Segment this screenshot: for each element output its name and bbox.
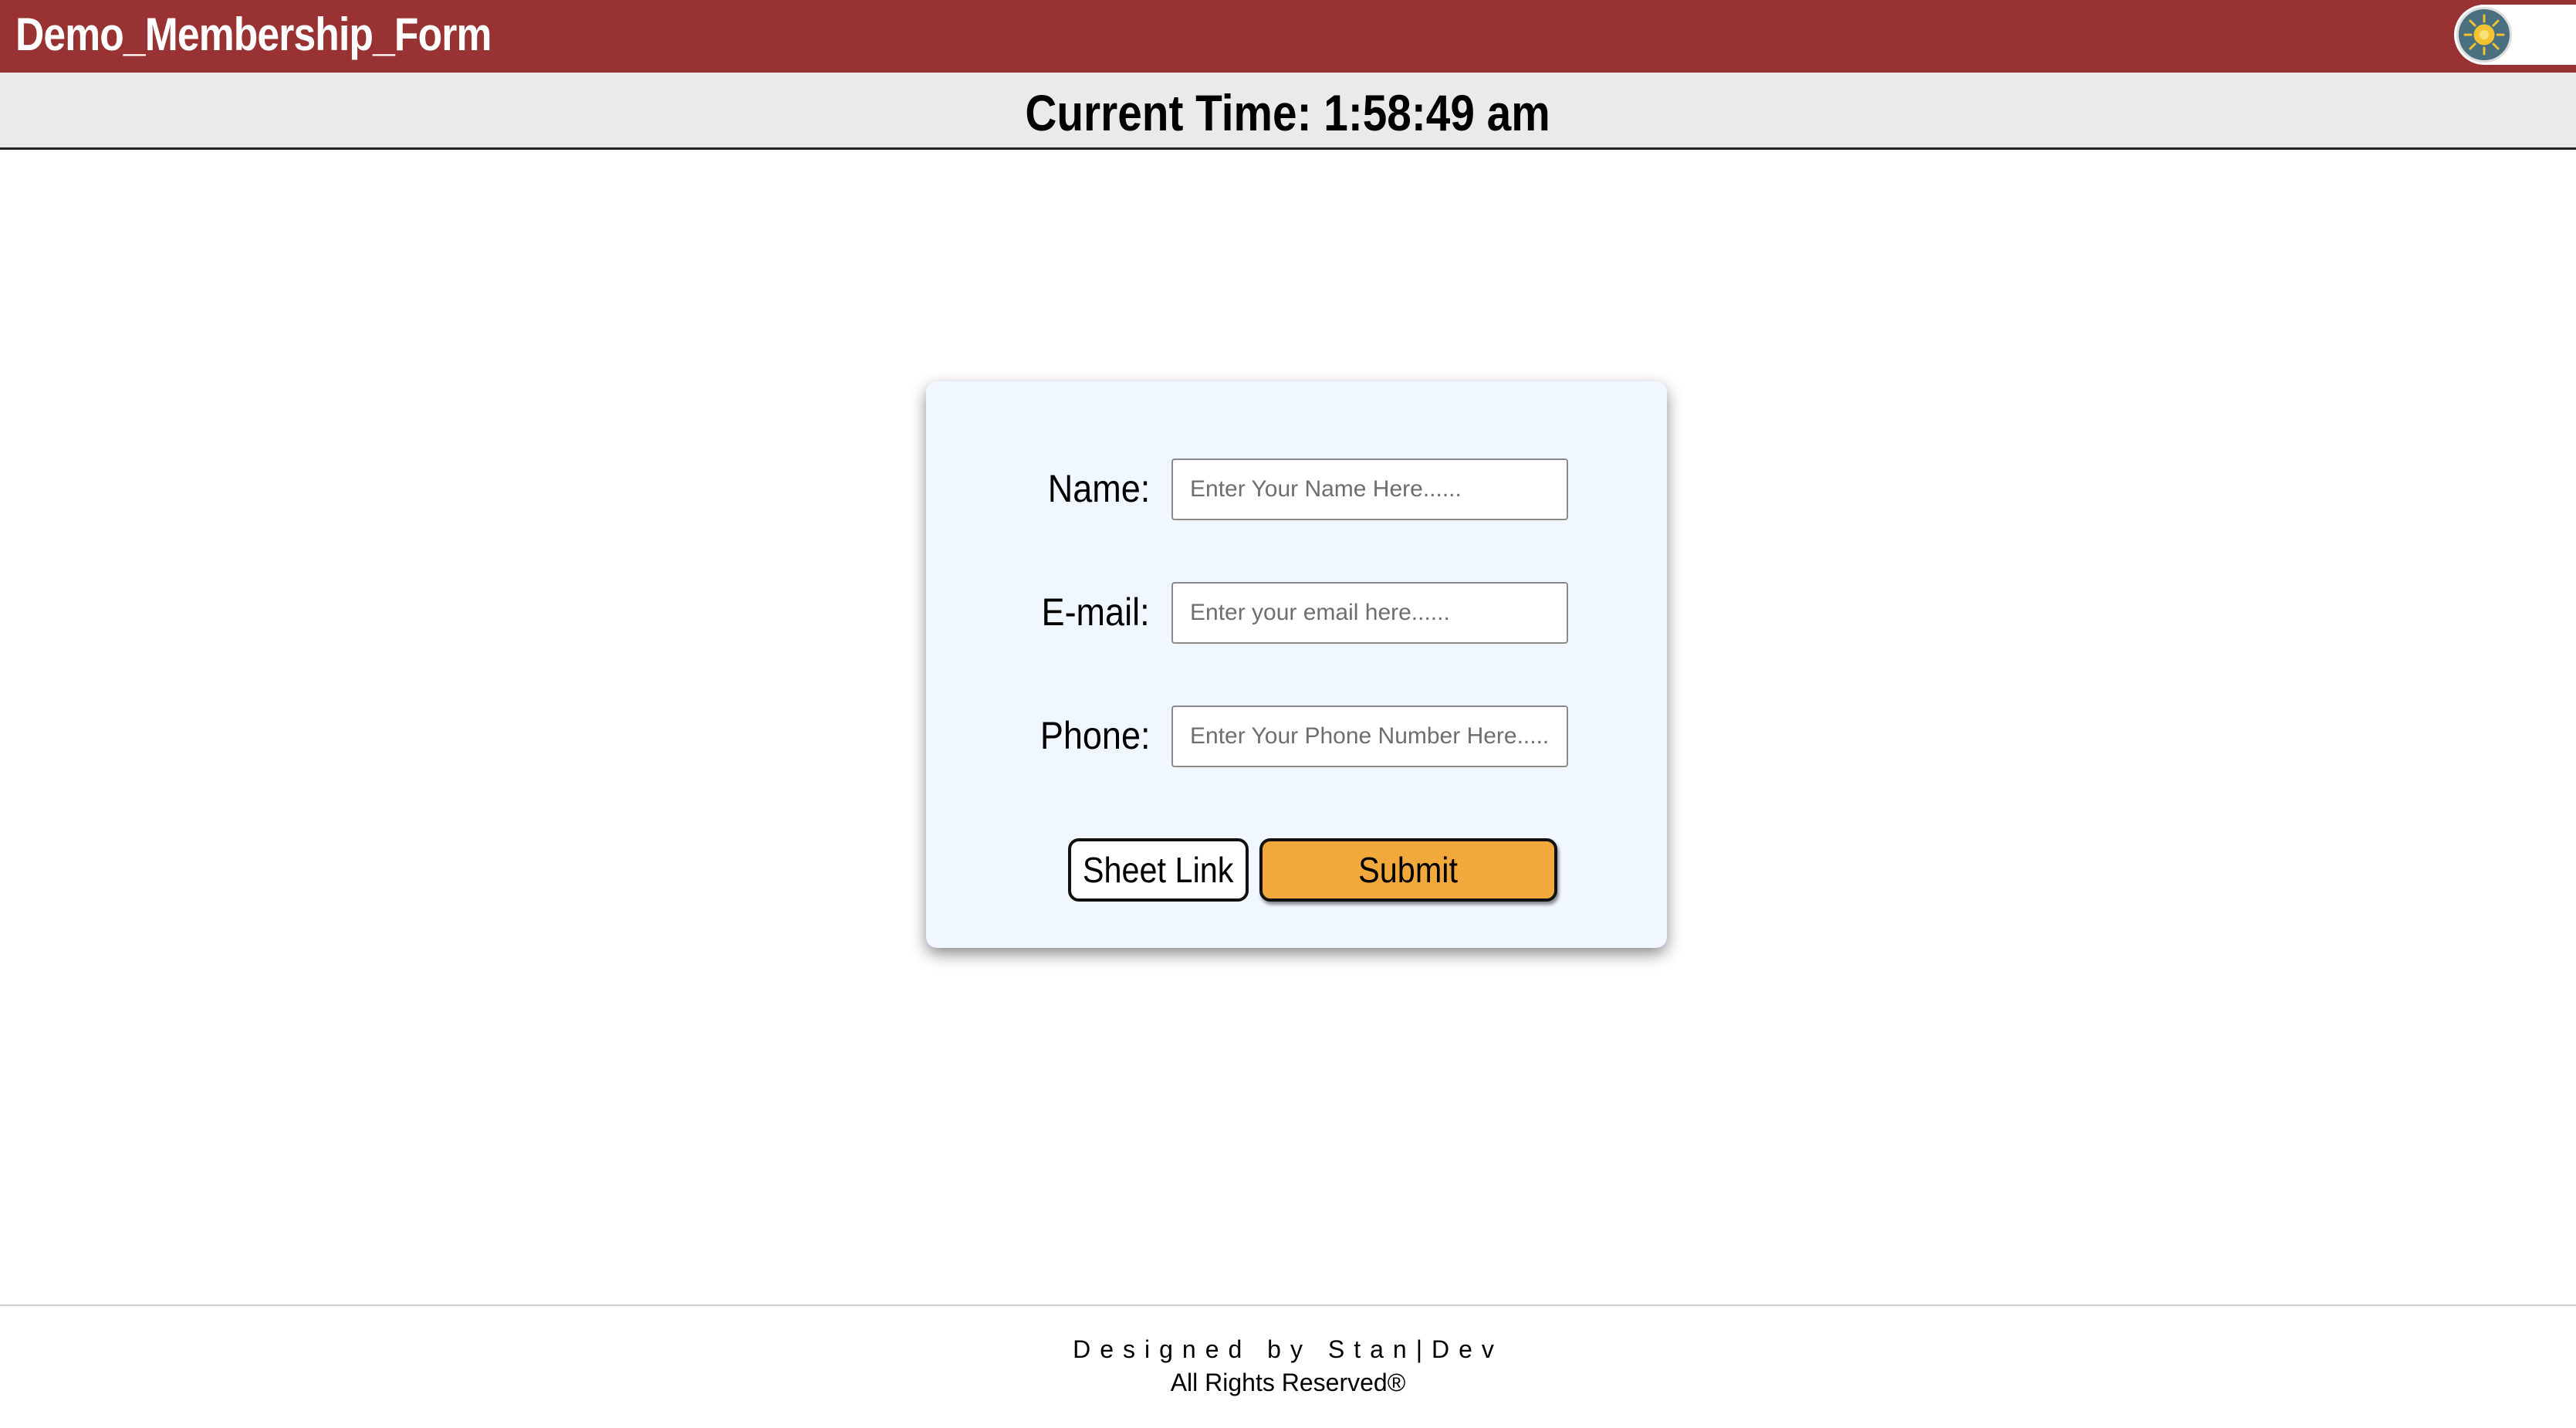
toggle-knob[interactable] bbox=[2456, 7, 2512, 63]
theme-toggle[interactable] bbox=[2454, 5, 2576, 65]
sheet-link-button[interactable]: Sheet Link bbox=[1068, 838, 1249, 902]
submit-label: Submit bbox=[1358, 850, 1459, 890]
sun-icon bbox=[2463, 14, 2505, 56]
phone-label: Phone: bbox=[1040, 714, 1150, 757]
current-time: Current Time: 1:58:49 am bbox=[1025, 84, 1551, 141]
submit-button[interactable]: Submit bbox=[1259, 838, 1557, 902]
rights-reserved: All Rights Reserved® bbox=[1170, 1369, 1406, 1396]
app-title: Demo_Membership_Form bbox=[15, 8, 492, 60]
email-label: E-mail: bbox=[1041, 590, 1150, 634]
name-label: Name: bbox=[1047, 467, 1150, 510]
time-bar: Current Time: 1:58:49 am bbox=[0, 73, 2576, 150]
sheet-link-label: Sheet Link bbox=[1083, 850, 1234, 890]
membership-form: Name: E-mail: Phone: Sheet Link Submit bbox=[926, 381, 1667, 948]
footer: Designed by Stan|Dev All Rights Reserved… bbox=[0, 1335, 2576, 1397]
footer-divider bbox=[0, 1304, 2576, 1306]
name-input[interactable] bbox=[1171, 459, 1568, 520]
phone-input[interactable] bbox=[1171, 706, 1568, 767]
designed-by: Designed by Stan|Dev bbox=[1073, 1335, 1503, 1363]
email-input[interactable] bbox=[1171, 582, 1568, 644]
app-header: Demo_Membership_Form bbox=[0, 0, 2576, 73]
